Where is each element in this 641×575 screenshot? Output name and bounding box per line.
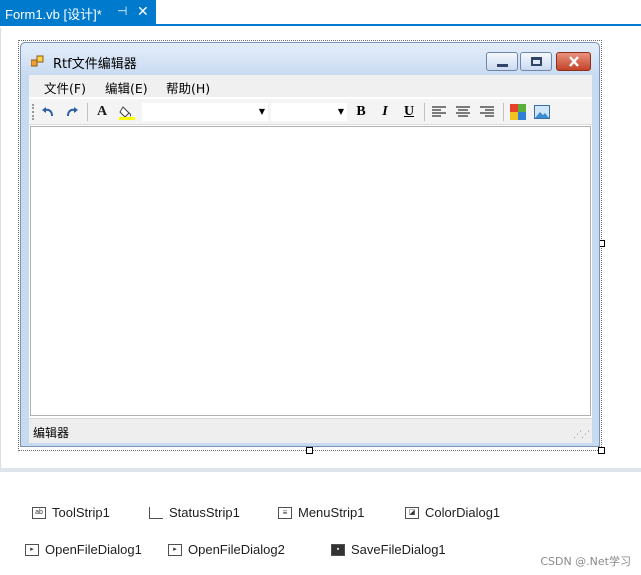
align-right-icon [480,106,494,117]
savefiledialog-icon: ▪ [331,543,345,556]
component-tray: ab ToolStrip1 StatusStrip1 ≡ MenuStrip1 … [0,472,641,575]
font-icon: A [96,104,108,119]
component-statusstrip1[interactable]: StatusStrip1 [149,505,240,520]
menu-file[interactable]: 文件(F) [44,78,86,97]
size-grip-icon[interactable]: ⋰⋰ [573,430,590,440]
pin-icon[interactable]: ⊣ [117,4,127,18]
underline-icon: U [403,104,415,119]
resize-handle-bottom[interactable] [306,447,313,454]
tool-strip: A ▼ ▼ B I U [29,99,592,125]
undo-icon [42,107,53,117]
tab-form1-design[interactable]: Form1.vb [设计]* ⊣ ✕ [0,0,156,26]
underline-button[interactable]: U [400,103,418,121]
bold-icon: B [356,104,366,119]
colordialog-icon: ◪ [405,506,419,519]
color-palette-icon [510,104,526,120]
form-title: Rtf文件编辑器 [53,57,137,72]
document-tab-strip: Form1.vb [设计]* ⊣ ✕ [0,0,641,26]
italic-button[interactable]: I [376,103,394,121]
form-window[interactable]: Rtf文件编辑器 文件(F) 编辑(E) 帮助(H) A ▼ ▼ B I U 编… [20,42,600,447]
form-client-area: 文件(F) 编辑(E) 帮助(H) A ▼ ▼ B I U 编辑器 ⋰⋰ [29,75,592,443]
menu-help[interactable]: 帮助(H) [166,78,210,97]
toolstrip-grip[interactable] [32,104,35,120]
component-label: ColorDialog1 [425,505,501,520]
component-savefiledialog1[interactable]: ▪ SaveFileDialog1 [331,542,446,557]
component-label: MenuStrip1 [298,505,365,520]
openfiledialog-icon: ▸ [168,543,182,556]
paint-bucket-icon [119,106,135,120]
align-center-icon [456,106,470,117]
designer-surface: Rtf文件编辑器 文件(F) 编辑(E) 帮助(H) A ▼ ▼ B I U 编… [0,28,641,468]
component-label: SaveFileDialog1 [351,542,446,557]
maximize-icon [531,57,542,66]
menu-edit[interactable]: 编辑(E) [105,78,148,97]
minimize-icon [497,64,508,67]
dropdown-arrow-icon: ▼ [337,107,344,116]
toolbar-separator [87,103,88,121]
align-right-button[interactable] [477,103,497,121]
minimize-button[interactable] [486,52,518,71]
status-strip: 编辑器 ⋰⋰ [29,418,592,443]
dropdown-arrow-icon: ▼ [258,107,265,116]
watermark: CSDN @.Net学习 [540,555,631,568]
form-icon [31,55,44,67]
insert-image-button[interactable] [532,103,552,121]
tab-title: Form1.vb [设计]* [5,6,102,22]
form-title-bar[interactable]: Rtf文件编辑器 [21,43,599,75]
menu-strip: 文件(F) 编辑(E) 帮助(H) [29,75,592,97]
component-toolstrip1[interactable]: ab ToolStrip1 [32,505,110,520]
font-button[interactable]: A [93,103,111,121]
image-icon [534,105,550,119]
status-label: 编辑器 [33,426,70,440]
align-center-button[interactable] [453,103,473,121]
component-openfiledialog1[interactable]: ▸ OpenFileDialog1 [25,542,142,557]
bold-button[interactable]: B [352,103,370,121]
color-button[interactable] [508,103,528,121]
resize-handle-corner[interactable] [598,447,605,454]
component-label: OpenFileDialog1 [45,542,142,557]
menustrip-icon: ≡ [278,506,292,519]
redo-icon [67,107,78,117]
font-name-combo[interactable]: ▼ [142,103,268,121]
rich-text-box[interactable] [30,126,591,416]
back-color-button[interactable] [117,103,137,121]
maximize-button[interactable] [520,52,552,71]
close-icon[interactable]: ✕ [137,3,149,20]
component-menustrip1[interactable]: ≡ MenuStrip1 [278,505,364,520]
redo-button[interactable] [63,103,81,121]
component-colordialog1[interactable]: ◪ ColorDialog1 [405,505,500,520]
undo-button[interactable] [39,103,57,121]
align-left-button[interactable] [429,103,449,121]
align-left-icon [432,106,446,117]
toolbar-separator [424,103,425,121]
statusstrip-icon [149,506,163,519]
toolstrip-icon: ab [32,506,46,519]
font-size-combo[interactable]: ▼ [271,103,347,121]
openfiledialog-icon: ▸ [25,543,39,556]
component-label: ToolStrip1 [52,505,110,520]
close-button[interactable] [556,52,591,71]
component-openfiledialog2[interactable]: ▸ OpenFileDialog2 [168,542,285,557]
toolbar-separator [503,103,504,121]
component-label: OpenFileDialog2 [188,542,285,557]
italic-icon: I [382,104,388,119]
x-icon [569,56,579,67]
component-label: StatusStrip1 [169,505,240,520]
